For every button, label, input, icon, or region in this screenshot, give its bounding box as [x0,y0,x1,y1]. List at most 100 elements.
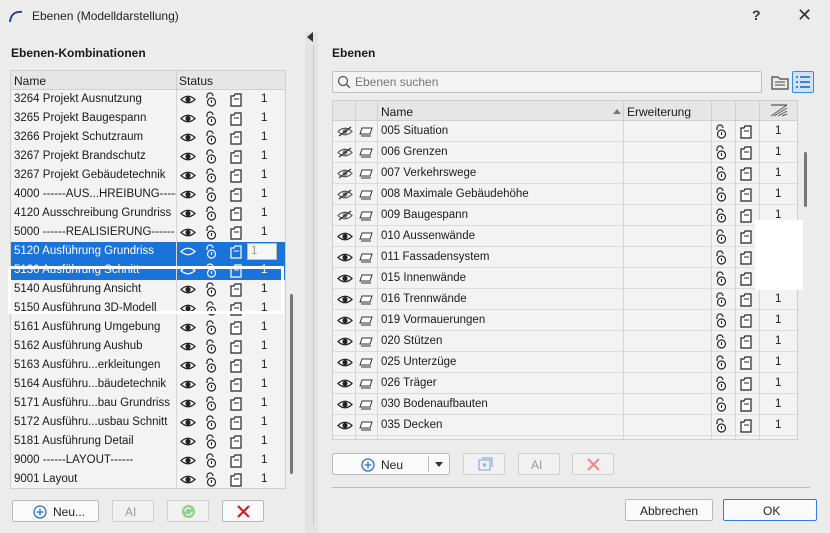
document-icon[interactable] [739,293,753,307]
unlock-icon[interactable] [204,130,218,145]
delete-layer-button[interactable] [572,453,614,475]
rename-combination-button[interactable]: AI [112,500,154,522]
document-icon[interactable] [229,454,243,468]
unlock-icon[interactable] [204,434,218,449]
layer-combination-row[interactable]: 5000 ------REALISIERUNG------ 1 [11,223,285,242]
unlock-icon[interactable] [714,418,728,433]
document-icon[interactable] [739,377,753,391]
layer-combination-row[interactable]: 3267 Projekt Gebäudetechnik 1 [11,166,285,185]
hidden-eye-icon[interactable] [337,147,353,158]
document-icon[interactable] [739,125,753,139]
visibility-eye-icon[interactable] [337,336,353,347]
unlock-icon[interactable] [204,149,218,164]
collapse-arrow-icon[interactable] [307,32,313,42]
document-icon[interactable] [739,314,753,328]
unlock-icon[interactable] [204,92,218,107]
document-icon[interactable] [739,188,753,202]
layer-combination-row[interactable]: 5171 Ausführu...bau Grundriss 1 [11,394,285,413]
column-header-extension[interactable]: Erweiterung [627,105,691,119]
unlock-icon[interactable] [714,334,728,349]
layer-row[interactable]: 007 Verkehrswege 1 [333,163,797,184]
left-scrollbar[interactable] [290,294,293,474]
visibility-eye-icon[interactable] [337,252,353,263]
layer-row[interactable]: 025 Unterzüge 1 [333,352,797,373]
folder-view-icon[interactable] [770,71,790,93]
unlock-icon[interactable] [714,208,728,223]
right-scrollbar[interactable] [804,152,807,207]
visibility-eye-icon[interactable] [180,151,196,162]
layer-row[interactable]: 015 Innenwände- [333,268,797,289]
layer-row[interactable]: 020 Stützen 1 [333,331,797,352]
visibility-eye-icon[interactable] [180,436,196,447]
document-icon[interactable] [739,398,753,412]
pen-set-input[interactable]: 1 [247,243,277,260]
hidden-eye-icon[interactable] [337,126,353,137]
unlock-icon[interactable] [204,358,218,373]
layer-row[interactable]: 016 Trennwände 1 [333,289,797,310]
new-combination-button[interactable]: Neu... [12,500,99,522]
document-icon[interactable] [739,419,753,433]
layer-combination-row[interactable]: 3264 Projekt Ausnutzung 1 [11,90,285,109]
unlock-icon[interactable] [204,472,218,487]
unlock-icon[interactable] [714,271,728,286]
layer-row[interactable]: 011 Fassadensystem- [333,247,797,268]
search-input[interactable] [355,74,755,90]
column-header-name[interactable]: Name [381,105,413,119]
unlock-icon[interactable] [714,250,728,265]
layer-row[interactable]: 026 Träger 1 [333,373,797,394]
visibility-eye-icon[interactable] [180,398,196,409]
document-icon[interactable] [229,435,243,449]
hidden-eye-icon[interactable] [337,189,353,200]
column-header-name[interactable]: Name [14,74,46,88]
document-icon[interactable] [229,169,243,183]
document-icon[interactable] [739,335,753,349]
visibility-eye-icon[interactable] [180,227,196,238]
unlock-icon[interactable] [714,166,728,181]
unlock-icon[interactable] [714,439,728,440]
panel-splitter[interactable] [305,32,318,533]
visibility-eye-icon[interactable] [180,322,196,333]
unlock-icon[interactable] [714,145,728,160]
visibility-eye-icon[interactable] [180,246,196,257]
document-icon[interactable] [229,397,243,411]
layer-row[interactable]: 006 Grenzen 1 [333,142,797,163]
unlock-icon[interactable] [714,313,728,328]
document-icon[interactable] [229,473,243,487]
unlock-icon[interactable] [204,396,218,411]
unlock-icon[interactable] [714,376,728,391]
hidden-eye-icon[interactable] [337,168,353,179]
visibility-eye-icon[interactable] [180,379,196,390]
layer-combination-row[interactable]: 4120 Ausschreibung Grundriss 1 [11,204,285,223]
unlock-icon[interactable] [714,292,728,307]
unlock-icon[interactable] [204,187,218,202]
document-icon[interactable] [229,131,243,145]
layers-list[interactable]: Name Erweiterung 005 Situation 1 006 Grenz… [332,100,798,440]
layer-combination-row[interactable]: 5161 Ausführung Umgebung 1 [11,318,285,337]
layer-combination-row[interactable]: 5163 Ausführu...erkleitungen 1 [11,356,285,375]
visibility-eye-icon[interactable] [180,189,196,200]
layer-row[interactable]: 010 Aussenwände- [333,226,797,247]
new-layer-button[interactable]: Neu [332,453,450,475]
ok-button[interactable]: OK [723,499,817,521]
layer-row[interactable]: 019 Vormauerungen 1 [333,310,797,331]
layer-combination-row[interactable]: 5172 Ausführu...usbau Schnitt 1 [11,413,285,432]
close-button[interactable]: ✕ [797,5,812,26]
document-icon[interactable] [739,167,753,181]
search-box[interactable] [332,71,762,93]
layer-combination-row[interactable]: 3265 Projekt Baugespann 1 [11,109,285,128]
layer-combination-row[interactable]: 5120 Ausführung Grundriss 1 [11,242,285,261]
visibility-eye-icon[interactable] [180,208,196,219]
document-icon[interactable] [229,150,243,164]
unlock-icon[interactable] [714,124,728,139]
document-icon[interactable] [739,146,753,160]
unlock-icon[interactable] [714,397,728,412]
document-icon[interactable] [229,340,243,354]
visibility-eye-icon[interactable] [337,315,353,326]
document-icon[interactable] [739,251,753,265]
help-button[interactable]: ? [752,7,761,23]
layer-row[interactable]: 005 Situation 1 [333,121,797,142]
document-icon[interactable] [229,93,243,107]
unlock-icon[interactable] [204,225,218,240]
visibility-eye-icon[interactable] [180,94,196,105]
unlock-icon[interactable] [714,355,728,370]
